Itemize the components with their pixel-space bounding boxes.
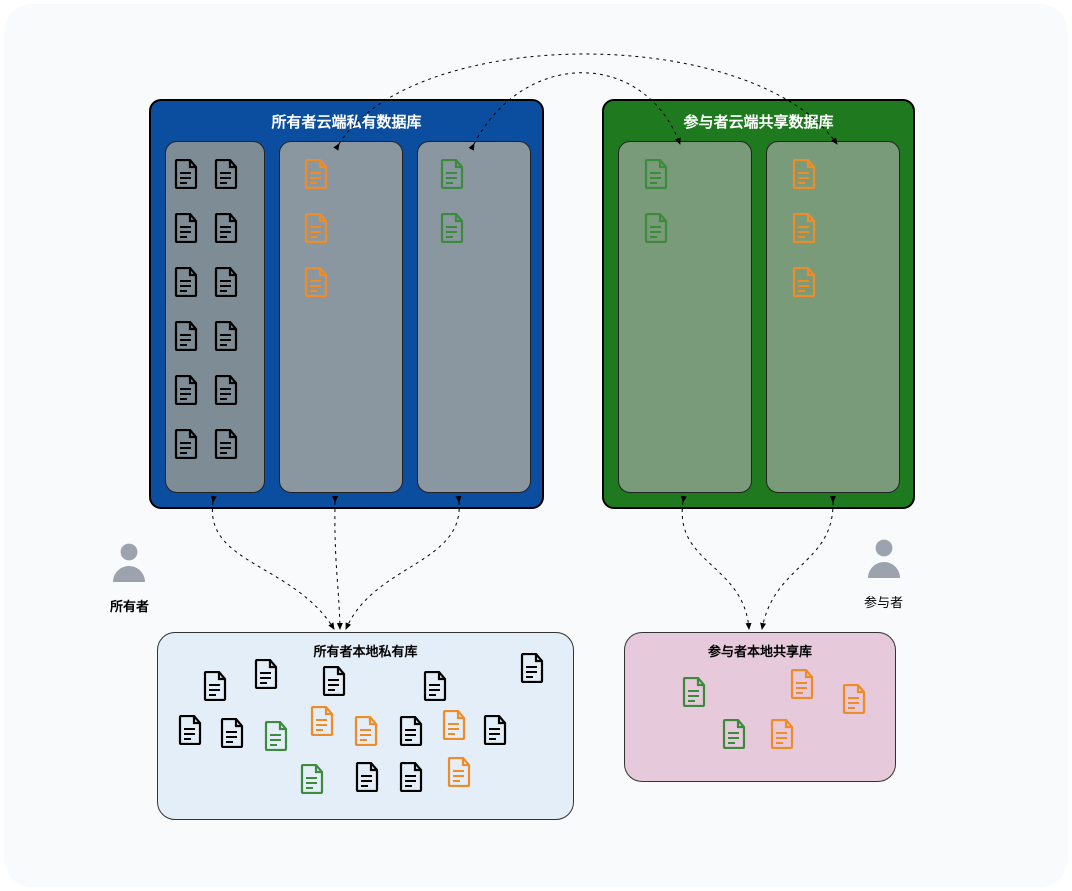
owner-cloud-database: 所有者云端私有数据库 [149, 99, 544, 509]
owner-local-doc-icon [264, 721, 288, 751]
owner-local-doc-icon [322, 666, 346, 696]
owner-local-doc-icon [442, 710, 466, 740]
owner-local-doc-icon [399, 762, 423, 792]
owner-person-label: 所有者 [110, 596, 149, 615]
owner-local-doc-icon [354, 716, 378, 746]
participant-db-column-1 [618, 141, 752, 493]
owner-db-doc-icon [174, 159, 198, 189]
participant-local-doc-icon [682, 677, 706, 707]
owner-local-doc-icon [520, 653, 544, 683]
owner-db-column-3 [417, 141, 531, 493]
owner-local-doc-icon [254, 659, 278, 689]
owner-person-icon [105, 538, 153, 586]
owner-db-doc-icon [214, 159, 238, 189]
participant-local-title: 参与者本地共享库 [625, 633, 895, 662]
owner-db-doc-icon [214, 213, 238, 243]
owner-db-doc-icon [174, 429, 198, 459]
owner-local-doc-icon [203, 671, 227, 701]
owner-db-doc-icon [174, 267, 198, 297]
participant-local-doc-icon [790, 669, 814, 699]
owner-local-doc-icon [178, 715, 202, 745]
participant-person-icon [860, 534, 908, 582]
owner-local-doc-icon [447, 757, 471, 787]
owner-local-doc-icon [483, 715, 507, 745]
owner-db-doc-icon [304, 213, 328, 243]
participant-db-column-2 [766, 141, 900, 493]
owner-local-doc-icon [220, 718, 244, 748]
owner-db-doc-icon [174, 375, 198, 405]
owner-db-doc-icon [304, 159, 328, 189]
participant-local-doc-icon [770, 719, 794, 749]
owner-db-doc-icon [214, 429, 238, 459]
owner-db-column-2 [279, 141, 403, 493]
owner-cloud-db-title: 所有者云端私有数据库 [151, 101, 542, 138]
participant-db-doc-icon [644, 159, 668, 189]
owner-db-doc-icon [304, 267, 328, 297]
owner-local-doc-icon [310, 706, 334, 736]
owner-local-doc-icon [300, 764, 324, 794]
owner-db-doc-icon [440, 159, 464, 189]
participant-db-doc-icon [792, 159, 816, 189]
participant-person-label: 参与者 [864, 592, 903, 611]
participant-local-doc-icon [842, 684, 866, 714]
participant-db-doc-icon [644, 213, 668, 243]
participant-db-doc-icon [792, 213, 816, 243]
owner-local-doc-icon [355, 762, 379, 792]
owner-db-doc-icon [440, 213, 464, 243]
owner-local-doc-icon [423, 671, 447, 701]
owner-db-doc-icon [174, 321, 198, 351]
owner-db-doc-icon [214, 321, 238, 351]
diagram-canvas: 所有者云端私有数据库 参与者云端共享数据库 所有者本地私有库 参与者本地共享库 … [4, 4, 1068, 887]
participant-cloud-db-title: 参与者云端共享数据库 [604, 101, 913, 138]
participant-local-doc-icon [722, 719, 746, 749]
owner-local-title: 所有者本地私有库 [158, 633, 573, 662]
owner-db-doc-icon [174, 213, 198, 243]
owner-local-doc-icon [399, 716, 423, 746]
owner-db-doc-icon [214, 267, 238, 297]
participant-db-doc-icon [792, 267, 816, 297]
owner-db-doc-icon [214, 375, 238, 405]
